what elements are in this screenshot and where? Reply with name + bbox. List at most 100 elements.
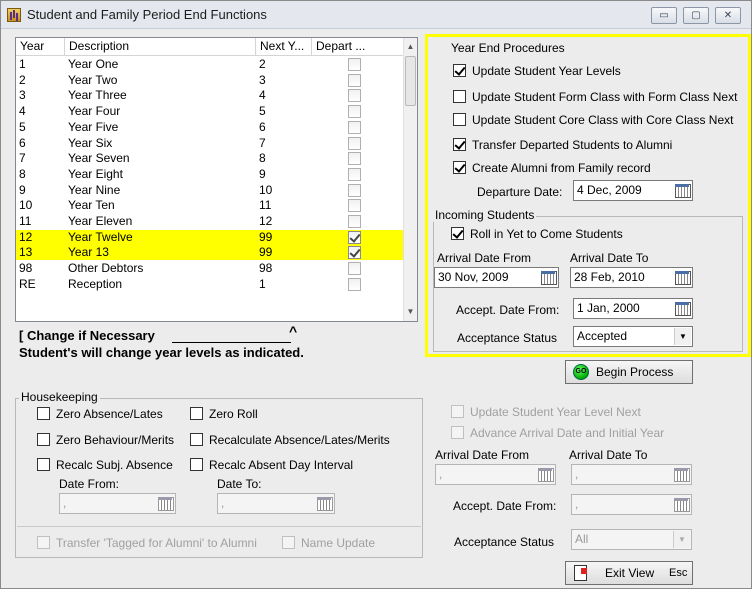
checkbox[interactable] (453, 64, 466, 77)
calendar-icon[interactable] (673, 300, 691, 317)
cell-year: 6 (19, 135, 26, 150)
checkbox[interactable] (451, 227, 464, 240)
list-scrollbar[interactable]: ▲ ▼ (403, 38, 417, 321)
depart-checkbox[interactable] (348, 199, 361, 213)
close-button[interactable]: ✕ (715, 7, 741, 24)
dp-arrival-from-label: Arrival Date From (435, 448, 530, 462)
calendar-icon[interactable] (536, 466, 554, 483)
cell-description: Year 13 (68, 245, 109, 260)
app-icon (7, 8, 21, 22)
accept-date-field[interactable]: 1 Jan, 2000 (573, 298, 693, 319)
cell-description: Year Twelve (68, 229, 133, 244)
housekeeping-title: Housekeeping (19, 390, 100, 404)
exit-view-button[interactable]: Exit View Esc (565, 561, 693, 585)
checkbox[interactable] (190, 433, 203, 446)
column-header-description[interactable]: Description (65, 38, 256, 56)
checkbox[interactable] (190, 458, 203, 471)
table-row[interactable]: 8 Year Eight 9 (16, 167, 404, 182)
column-header-depart[interactable]: Depart ... (312, 38, 404, 56)
checkbox[interactable] (453, 90, 466, 103)
go-icon: GO (573, 364, 589, 380)
change-if-necessary-label: [ Change if Necessary (19, 328, 155, 343)
table-row[interactable]: 3 Year Three 4 (16, 88, 404, 103)
year-end-title: Year End Procedures (451, 41, 565, 55)
list-header: Year Description Next Y... Depart ... (16, 38, 404, 56)
housekeeping-divider (17, 526, 421, 527)
checkbox[interactable] (451, 405, 464, 418)
dp-arrival-from-field[interactable]: , (435, 464, 556, 485)
depart-checkbox[interactable] (348, 73, 361, 87)
dp-arrival-to-label: Arrival Date To (569, 448, 648, 462)
dp-arrival-to-field[interactable]: , (571, 464, 692, 485)
dp-acceptance-select[interactable]: All ▼ (571, 529, 692, 550)
table-row[interactable]: 7 Year Seven 8 (16, 151, 404, 166)
scroll-up-icon[interactable]: ▲ (404, 40, 417, 54)
depart-checkbox[interactable] (348, 120, 361, 134)
depart-checkbox[interactable] (348, 167, 361, 181)
table-row[interactable]: 12 Year Twelve 99 (16, 229, 404, 245)
table-row[interactable]: 13 Year 13 99 (16, 245, 404, 261)
table-row[interactable]: 5 Year Five 6 (16, 120, 404, 135)
calendar-icon[interactable] (539, 269, 557, 286)
year-end-panel: Year End Procedures Update Student Year … (425, 34, 751, 357)
table-row[interactable]: 2 Year Two 3 (16, 73, 404, 88)
checkbox[interactable] (453, 138, 466, 151)
scroll-down-icon[interactable]: ▼ (404, 305, 417, 319)
checkbox[interactable] (37, 407, 50, 420)
checkbox[interactable] (453, 161, 466, 174)
calendar-icon[interactable] (672, 466, 690, 483)
table-row[interactable]: 1 Year One 2 (16, 57, 404, 72)
depart-checkbox[interactable] (348, 246, 361, 260)
column-header-next-year[interactable]: Next Y... (256, 38, 312, 56)
acceptance-status-select[interactable]: Accepted ▼ (573, 326, 693, 347)
table-row[interactable]: RE Reception 1 (16, 277, 404, 292)
depart-checkbox[interactable] (348, 136, 361, 150)
minimize-button[interactable]: ▭ (651, 7, 677, 24)
depart-checkbox[interactable] (348, 215, 361, 228)
depart-checkbox[interactable] (348, 58, 361, 71)
year-level-list[interactable]: Year Description Next Y... Depart ... 1Y… (15, 37, 418, 322)
arrival-to-field[interactable]: 28 Feb, 2010 (570, 267, 693, 288)
calendar-icon[interactable] (673, 269, 691, 286)
column-header-year[interactable]: Year (16, 38, 65, 56)
depart-checkbox[interactable] (348, 152, 361, 166)
depart-checkbox[interactable] (348, 183, 361, 197)
cell-description: Year Three (68, 88, 127, 103)
checkbox[interactable] (37, 536, 50, 549)
cell-year: 1 (19, 57, 26, 71)
calendar-icon[interactable] (672, 496, 690, 513)
cell-year: 9 (19, 182, 26, 197)
hk-date-to-field[interactable]: , (217, 493, 335, 514)
checkbox[interactable] (37, 458, 50, 471)
maximize-button[interactable]: ▢ (683, 7, 709, 24)
depart-checkbox[interactable] (348, 230, 361, 244)
depart-checkbox[interactable] (348, 89, 361, 103)
depart-checkbox[interactable] (348, 277, 361, 291)
table-row[interactable]: 10 Year Ten 11 (16, 198, 404, 213)
arrival-from-field[interactable]: 30 Nov, 2009 (434, 267, 559, 288)
dp-acceptance-label: Acceptance Status (454, 535, 555, 549)
depart-checkbox[interactable] (348, 105, 361, 119)
checkbox[interactable] (37, 433, 50, 446)
begin-process-button[interactable]: GO Begin Process (565, 360, 693, 384)
table-row[interactable]: 11 Year Eleven 12 (16, 214, 404, 229)
calendar-icon[interactable] (673, 182, 691, 199)
departure-date-field[interactable]: 4 Dec, 2009 (573, 180, 693, 201)
table-row[interactable]: 9 Year Nine 10 (16, 183, 404, 198)
checkbox[interactable] (282, 536, 295, 549)
calendar-icon[interactable] (156, 495, 174, 512)
dp-accept-date-field[interactable]: , (571, 494, 692, 515)
cell-description: Year Eight (68, 166, 123, 181)
checkbox[interactable] (190, 407, 203, 420)
scroll-thumb[interactable] (405, 56, 416, 106)
chevron-down-icon[interactable]: ▼ (673, 531, 690, 548)
checkbox[interactable] (453, 113, 466, 126)
depart-checkbox[interactable] (348, 262, 361, 276)
table-row[interactable]: 4 Year Four 5 (16, 104, 404, 119)
checkbox[interactable] (451, 426, 464, 439)
chevron-down-icon[interactable]: ▼ (674, 328, 691, 345)
table-row[interactable]: 98 Other Debtors 98 (16, 261, 404, 276)
calendar-icon[interactable] (315, 495, 333, 512)
hk-date-from-field[interactable]: , (59, 493, 176, 514)
table-row[interactable]: 6 Year Six 7 (16, 136, 404, 151)
